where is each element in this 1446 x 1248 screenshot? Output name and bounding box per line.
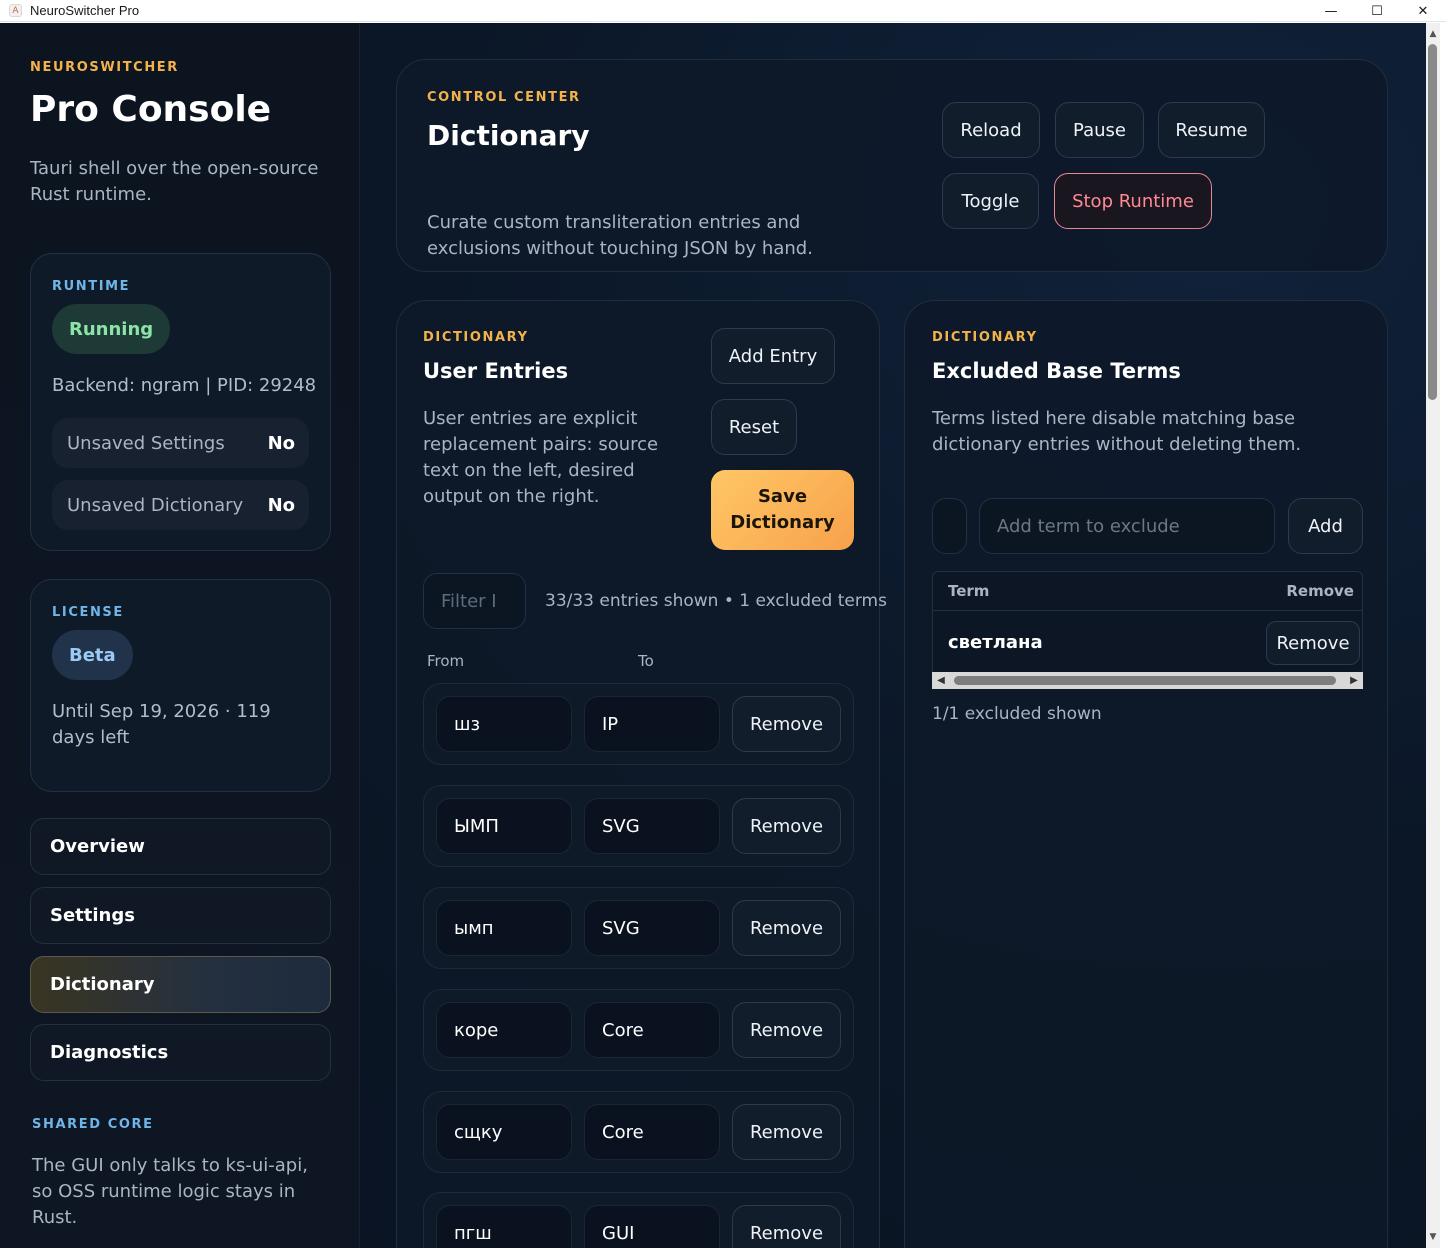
- page-title: Dictionary: [427, 119, 590, 152]
- column-header-to: To: [638, 652, 654, 670]
- control-center-panel: CONTROL CENTER Dictionary Curate custom …: [396, 59, 1388, 272]
- user-entries-title: User Entries: [423, 359, 569, 383]
- runtime-eyebrow: RUNTIME: [52, 279, 131, 294]
- reload-button[interactable]: Reload: [942, 102, 1040, 158]
- pause-button[interactable]: Pause: [1055, 102, 1144, 158]
- entry-from-input[interactable]: шз: [436, 696, 572, 752]
- brand-title: Pro Console: [30, 89, 272, 130]
- toggle-button[interactable]: Toggle: [942, 173, 1039, 229]
- entry-to-input[interactable]: SVG: [584, 900, 720, 956]
- table-header: Term Remove: [933, 572, 1362, 611]
- excluded-count: 1/1 excluded shown: [932, 704, 1102, 724]
- remove-entry-button[interactable]: Remove: [732, 1104, 841, 1160]
- license-validity: Until Sep 19, 2026 · 119 days left: [52, 701, 271, 748]
- nav-item-overview[interactable]: Overview: [30, 818, 331, 875]
- runtime-status-badge: Running: [52, 304, 171, 354]
- entry-row: сщку Core Remove: [423, 1091, 854, 1173]
- scroll-right-icon[interactable]: ▶: [1347, 672, 1361, 689]
- remove-entry-button[interactable]: Remove: [732, 1002, 841, 1058]
- license-tier-badge: Beta: [52, 630, 133, 680]
- entry-to-input[interactable]: SVG: [584, 798, 720, 854]
- scroll-left-icon[interactable]: ◀: [934, 672, 948, 689]
- scroll-down-icon[interactable]: ▼: [1427, 1230, 1439, 1244]
- unsaved-dictionary-row: Unsaved Dictionary No: [52, 480, 309, 530]
- user-entries-eyebrow: DICTIONARY: [423, 330, 529, 345]
- unsaved-settings-label: Unsaved Settings: [67, 432, 225, 454]
- entry-row: пгш GUI Remove: [423, 1192, 854, 1248]
- entry-to-input[interactable]: GUI: [584, 1205, 720, 1248]
- user-entries-panel: DICTIONARY User Entries User entries are…: [396, 300, 887, 1248]
- window-title: NeuroSwitcher Pro: [30, 3, 140, 18]
- hero-description: Curate custom transliteration entries an…: [427, 212, 813, 259]
- column-header-from: From: [427, 652, 465, 670]
- app-root: NEUROSWITCHER Pro Console Tauri shell ov…: [0, 23, 1426, 1248]
- entry-from-input[interactable]: ЫМП: [436, 798, 572, 854]
- window-controls: — ☐ ✕: [1308, 0, 1446, 22]
- remove-exclusion-button[interactable]: Remove: [1266, 621, 1360, 665]
- minimize-button[interactable]: —: [1308, 0, 1354, 22]
- resume-button[interactable]: Resume: [1158, 102, 1265, 158]
- entry-from-input[interactable]: пгш: [436, 1205, 572, 1248]
- excluded-eyebrow: DICTIONARY: [932, 330, 1038, 345]
- entry-to-input[interactable]: Core: [584, 1104, 720, 1160]
- save-dictionary-button[interactable]: Save Dictionary: [711, 470, 854, 550]
- excluded-term: светлана: [948, 632, 1043, 653]
- scroll-thumb[interactable]: [954, 676, 1336, 685]
- nav-item-dictionary[interactable]: Dictionary: [30, 956, 331, 1013]
- nav-item-diagnostics[interactable]: Diagnostics: [30, 1024, 331, 1081]
- page-scroll-thumb[interactable]: [1428, 44, 1437, 400]
- backend-info: Backend: ngram | PID: 29248: [52, 375, 317, 396]
- window-titlebar: A NeuroSwitcher Pro — ☐ ✕: [0, 0, 1446, 22]
- remove-entry-button[interactable]: Remove: [732, 1205, 841, 1248]
- entry-from-input[interactable]: коре: [436, 1002, 572, 1058]
- entry-to-input[interactable]: Core: [584, 1002, 720, 1058]
- excluded-description: Terms listed here disable matching base …: [932, 408, 1302, 455]
- entry-from-input[interactable]: сщку: [436, 1104, 572, 1160]
- entry-row: ЫМП SVG Remove: [423, 785, 854, 867]
- column-header-remove: Remove: [1286, 582, 1354, 600]
- shared-core-eyebrow: SHARED CORE: [32, 1117, 154, 1132]
- runtime-card: RUNTIME Running Backend: ngram | PID: 29…: [30, 253, 331, 551]
- nav-item-settings[interactable]: Settings: [30, 887, 331, 944]
- brand-eyebrow: NEUROSWITCHER: [30, 60, 179, 75]
- maximize-button[interactable]: ☐: [1354, 0, 1400, 22]
- unsaved-settings-row: Unsaved Settings No: [52, 418, 309, 468]
- add-exclusion-button[interactable]: Add: [1288, 498, 1363, 554]
- user-entries-description: User entries are explicit replacement pa…: [423, 408, 659, 507]
- entry-row: коре Core Remove: [423, 989, 854, 1071]
- hero-eyebrow: CONTROL CENTER: [427, 90, 581, 105]
- column-header-term: Term: [948, 582, 990, 600]
- entry-to-input[interactable]: IP: [584, 696, 720, 752]
- brand-subtitle: Tauri shell over the open-source Rust ru…: [30, 158, 319, 205]
- table-horizontal-scrollbar[interactable]: ◀ ▶: [932, 672, 1363, 689]
- entry-row: ымп SVG Remove: [423, 887, 854, 969]
- license-eyebrow: LICENSE: [52, 605, 124, 620]
- shared-core-text: The GUI only talks to ks-ui-api, so OSS …: [32, 1155, 308, 1228]
- excluded-title: Excluded Base Terms: [932, 359, 1181, 383]
- entry-row: шз IP Remove: [423, 683, 854, 765]
- exclude-selector[interactable]: [932, 498, 967, 554]
- add-entry-button[interactable]: Add Entry: [711, 328, 835, 384]
- exclude-term-input[interactable]: [979, 498, 1275, 554]
- stop-runtime-button[interactable]: Stop Runtime: [1054, 173, 1212, 229]
- remove-entry-button[interactable]: Remove: [732, 900, 841, 956]
- license-card: LICENSE Beta Until Sep 19, 2026 · 119 da…: [30, 579, 331, 792]
- excluded-terms-panel: DICTIONARY Excluded Base Terms Terms lis…: [904, 300, 1388, 1248]
- entry-from-input[interactable]: ымп: [436, 900, 572, 956]
- unsaved-settings-value: No: [267, 432, 295, 454]
- scroll-up-icon[interactable]: ▲: [1427, 27, 1439, 41]
- remove-entry-button[interactable]: Remove: [732, 696, 841, 752]
- close-button[interactable]: ✕: [1400, 0, 1446, 22]
- unsaved-dictionary-label: Unsaved Dictionary: [67, 494, 244, 516]
- reset-button[interactable]: Reset: [711, 399, 797, 455]
- app-icon: A: [9, 4, 22, 17]
- sidebar: NEUROSWITCHER Pro Console Tauri shell ov…: [0, 23, 360, 1248]
- remove-entry-button[interactable]: Remove: [732, 798, 841, 854]
- entries-count: 33/33 entries shown • 1 excluded terms: [545, 591, 887, 611]
- unsaved-dictionary-value: No: [267, 494, 295, 516]
- filter-input[interactable]: Filter I: [423, 573, 526, 629]
